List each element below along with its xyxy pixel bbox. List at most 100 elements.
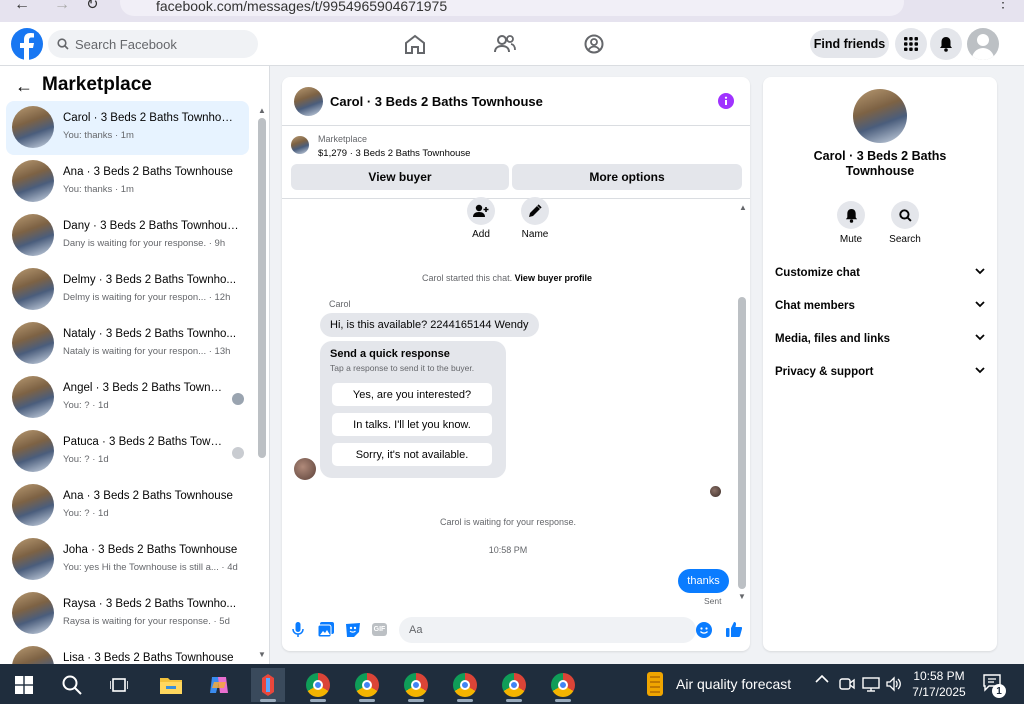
conversation-item[interactable]: Raysa · 3 Beds 2 Baths Townho... Raysa i…	[6, 587, 249, 641]
profile-avatar[interactable]	[967, 28, 999, 60]
file-explorer-icon[interactable]	[154, 668, 188, 702]
search-icon[interactable]	[55, 668, 89, 702]
active-app-icon[interactable]	[251, 668, 285, 702]
conversation-item[interactable]: Lisa · 3 Beds 2 Baths Townhouse	[6, 641, 249, 664]
sidebar-scrollbar[interactable]	[258, 118, 266, 458]
chrome-icon[interactable]	[350, 668, 384, 702]
chat-title[interactable]: Carol · 3 Beds 2 Baths Townhouse	[330, 94, 543, 109]
scroll-down-icon[interactable]: ▼	[258, 650, 266, 659]
media-files-links-row[interactable]: Media, files and links	[775, 333, 985, 345]
scroll-up-icon[interactable]: ▲	[739, 203, 747, 212]
chrome-icon[interactable]	[448, 668, 482, 702]
name-tool[interactable]: Name	[510, 197, 560, 240]
windows-start-icon[interactable]	[7, 668, 41, 702]
gif-icon[interactable]: GIF	[372, 623, 387, 636]
conversation-item[interactable]: Dany · 3 Beds 2 Baths Townhouse Dany is …	[6, 209, 249, 263]
chrome-icon[interactable]	[497, 668, 531, 702]
task-view-icon[interactable]	[102, 668, 136, 702]
sender-name: Carol	[329, 299, 351, 309]
quick-response-option[interactable]: Sorry, it's not available.	[332, 443, 492, 466]
chat-scrollbar[interactable]	[738, 297, 746, 589]
view-buyer-button[interactable]: View buyer	[291, 164, 509, 190]
scroll-down-icon[interactable]: ▼	[738, 592, 746, 601]
add-label: Add	[472, 229, 490, 240]
chevron-up-icon[interactable]	[815, 674, 829, 684]
add-tool[interactable]: Add	[456, 197, 506, 240]
message-bubble[interactable]: Hi, is this available? 2244165144 Wendy	[320, 313, 539, 337]
more-options-button[interactable]: More options	[512, 164, 742, 190]
conversation-name: Patuca · 3 Beds 2 Baths Town...	[63, 436, 223, 448]
chat-members-row[interactable]: Chat members	[775, 300, 985, 312]
pencil-icon	[521, 197, 549, 225]
conversation-preview: You: thanks · 1m	[63, 130, 134, 141]
reload-icon[interactable]: ↻	[86, 0, 99, 13]
find-friends-button[interactable]: Find friends	[810, 30, 889, 58]
chat-details-panel: Carol · 3 Beds 2 Baths Townhouse Mute Se…	[763, 77, 997, 651]
weather-icon[interactable]	[644, 672, 666, 696]
conversation-item[interactable]: Nataly · 3 Beds 2 Baths Townho... Nataly…	[6, 317, 249, 371]
mute-button[interactable]: Mute	[826, 201, 876, 245]
conversation-item[interactable]: Angel · 3 Beds 2 Baths Townh... You: ? ·…	[6, 371, 249, 425]
chrome-icon[interactable]	[399, 668, 433, 702]
conversation-item[interactable]: Joha · 3 Beds 2 Baths Townhouse You: yes…	[6, 533, 249, 587]
sent-message-bubble[interactable]: thanks	[678, 569, 729, 593]
sticker-icon[interactable]	[345, 622, 361, 637]
volume-icon[interactable]	[886, 676, 902, 692]
conversation-item[interactable]: Ana · 3 Beds 2 Baths Townhouse You: ? · …	[6, 479, 249, 533]
conversation-name: Nataly · 3 Beds 2 Baths Townho...	[63, 328, 237, 340]
chat-avatar[interactable]	[294, 87, 323, 116]
conversation-preview: You: yes Hi the Townhouse is still a... …	[63, 562, 238, 573]
customize-chat-row[interactable]: Customize chat	[775, 267, 985, 279]
friends-icon[interactable]	[494, 34, 516, 54]
conversation-item[interactable]: Ana · 3 Beds 2 Baths Townhouse You: than…	[6, 155, 249, 209]
weather-text[interactable]: Air quality forecast	[676, 676, 791, 692]
forward-arrow-icon[interactable]: →	[54, 0, 70, 14]
message-input[interactable]: Aa	[399, 617, 696, 643]
quick-response-option[interactable]: In talks. I'll let you know.	[332, 413, 492, 436]
gallery-icon[interactable]	[318, 622, 334, 637]
menu-grid-icon[interactable]	[895, 28, 927, 60]
copilot-icon[interactable]	[202, 668, 236, 702]
address-bar[interactable]: facebook.com/messages/t/9954965904671975	[120, 0, 904, 16]
conversation-item[interactable]: Patuca · 3 Beds 2 Baths Town... You: ? ·…	[6, 425, 249, 479]
section-label: Chat members	[775, 300, 855, 312]
chat-started-notice: Carol started this chat. View buyer prof…	[282, 273, 732, 283]
contact-avatar[interactable]	[853, 89, 907, 143]
conversation-name: Carol · 3 Beds 2 Baths Townhouse	[63, 112, 239, 124]
conversation-item[interactable]: Delmy · 3 Beds 2 Baths Townho... Delmy i…	[6, 263, 249, 317]
info-icon[interactable]	[718, 93, 734, 109]
emoji-icon[interactable]	[696, 622, 712, 638]
like-thumbs-up-icon[interactable]	[726, 621, 742, 637]
microphone-icon[interactable]	[292, 622, 304, 638]
quick-response-option[interactable]: Yes, are you interested?	[332, 383, 492, 406]
conversation-name: Ana · 3 Beds 2 Baths Townhouse	[63, 490, 233, 502]
search-icon	[57, 38, 69, 50]
search-in-chat-button[interactable]: Search	[880, 201, 930, 245]
scroll-up-icon[interactable]: ▲	[258, 106, 266, 115]
chevron-down-icon	[975, 300, 985, 308]
conversation-item[interactable]: Carol · 3 Beds 2 Baths Townhouse You: th…	[6, 101, 249, 155]
chrome-icon[interactable]	[546, 668, 580, 702]
back-arrow-icon[interactable]: ←	[15, 76, 33, 97]
marketplace-sidebar: ← Marketplace Carol · 3 Beds 2 Baths Tow…	[0, 66, 270, 664]
avatar	[12, 322, 54, 364]
network-icon[interactable]	[862, 676, 880, 692]
back-arrow-icon[interactable]: ←	[14, 0, 30, 14]
view-buyer-profile-link[interactable]: View buyer profile	[515, 273, 592, 283]
chrome-icon[interactable]	[301, 668, 335, 702]
avatar	[12, 430, 54, 472]
privacy-support-row[interactable]: Privacy & support	[775, 366, 985, 378]
listing-thumbnail	[291, 136, 309, 154]
facebook-logo-icon[interactable]	[11, 28, 43, 60]
listing-title[interactable]: $1,279 · 3 Beds 2 Baths Townhouse	[318, 148, 470, 159]
browser-menu-icon[interactable]: ⋮	[996, 0, 1010, 11]
seen-avatar-icon	[232, 393, 244, 405]
home-icon[interactable]	[404, 34, 426, 54]
clock[interactable]: 10:58 PM 7/17/2025	[906, 668, 972, 700]
search-input[interactable]: Search Facebook	[48, 30, 258, 58]
conversation-preview: Delmy is waiting for your respon... · 12…	[63, 292, 231, 303]
notifications-bell-icon[interactable]	[930, 28, 962, 60]
meet-now-icon[interactable]	[839, 676, 855, 692]
clock-date: 7/17/2025	[912, 685, 966, 699]
groups-icon[interactable]	[584, 34, 604, 54]
